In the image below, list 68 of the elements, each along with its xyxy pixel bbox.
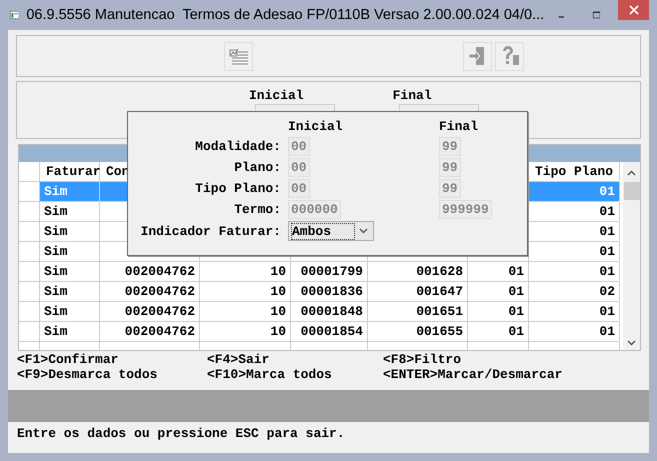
table-cell: 10 (270, 264, 286, 279)
table-cell: Sim (44, 284, 68, 299)
column-header[interactable]: Faturar (46, 164, 101, 179)
shortcut-hint: <ENTER>Marcar/Desmarcar (383, 367, 564, 382)
column-header[interactable]: Tipo Plano (535, 164, 614, 179)
initial-label: Inicial (288, 119, 344, 135)
table-cell: 02 (599, 284, 615, 299)
initial-label: Inicial (249, 88, 304, 103)
scroll-up-icon[interactable] (627, 170, 636, 176)
table-cell: 01 (599, 244, 615, 259)
table-cell: 001647 (416, 284, 463, 299)
table-cell: Sim (44, 304, 68, 319)
exit-door-icon[interactable] (463, 42, 492, 70)
table-cell: 01 (599, 304, 615, 319)
table-cell: Sim (44, 264, 68, 279)
field-label: Plano: (233, 160, 281, 175)
scroll-thumb[interactable] (624, 182, 640, 200)
table-cell: 01 (508, 284, 524, 299)
table-cell: Sim (44, 324, 68, 339)
scrollbar[interactable] (623, 162, 640, 350)
shortcut-hint: <F8>Filtro (383, 352, 462, 367)
chevron-down-icon (359, 228, 368, 234)
table-cell: 001651 (416, 304, 463, 319)
field-label: Tipo Plano: (194, 181, 281, 196)
table-cell: 10 (270, 284, 286, 299)
field-label: Indicador Faturar: (140, 224, 281, 238)
table-cell: 002004762 (124, 264, 195, 279)
close-icon (628, 5, 639, 15)
shortcut-hint: <F1>Confirmar (17, 352, 119, 367)
shortcut-hint: <F10>Marca todos (207, 367, 333, 382)
table-cell: Sim (44, 244, 68, 259)
table-cell: 00001836 (300, 284, 363, 299)
window-title: 06.9.5556 Manutencao Termos de Adesao FP/0110B Versao 2.00.00.024 04/0... (26, 7, 544, 23)
scroll-down-icon[interactable] (627, 340, 636, 346)
table-cell: 002004762 (124, 284, 195, 299)
table-cell: Sim (44, 184, 68, 199)
table-cell: 01 (599, 324, 615, 339)
table-cell: 00001848 (300, 304, 363, 319)
table-cell: Sim (44, 204, 68, 219)
close-button[interactable] (618, 0, 649, 20)
table-cell: 01 (599, 264, 615, 279)
table-cell: 01 (508, 324, 524, 339)
table-cell: 01 (599, 204, 615, 219)
help-icon[interactable] (495, 42, 524, 70)
table-cell: 01 (599, 224, 615, 239)
table-cell: 01 (599, 184, 615, 199)
table-cell: 10 (270, 304, 286, 319)
table-cell: 01 (508, 264, 524, 279)
table-cell: Sim (44, 224, 68, 239)
status-message: Entre os dados ou pressione ESC para sair. (17, 426, 345, 441)
table-cell: 001628 (416, 264, 463, 279)
table-cell: 10 (270, 324, 286, 339)
checklist-icon[interactable] (224, 42, 253, 70)
final-label: Final (439, 119, 480, 135)
field-label: Modalidade: (194, 139, 281, 154)
final-label: Final (392, 88, 432, 103)
table-cell: 002004762 (124, 324, 195, 339)
shortcut-hint: <F9>Desmarca todos (17, 367, 158, 382)
table-cell: 00001799 (300, 264, 363, 279)
table-cell: 00001854 (300, 324, 363, 339)
table-cell: 002004762 (124, 304, 195, 319)
shortcut-hint: <F4>Sair (207, 352, 270, 367)
field-label: Termo: (233, 202, 281, 217)
app-icon (10, 9, 20, 21)
maximize-icon[interactable] (592, 10, 600, 20)
table-cell: 001655 (416, 324, 463, 339)
table-cell: 01 (508, 304, 524, 319)
dropdown[interactable]: Ambos (288, 221, 374, 241)
